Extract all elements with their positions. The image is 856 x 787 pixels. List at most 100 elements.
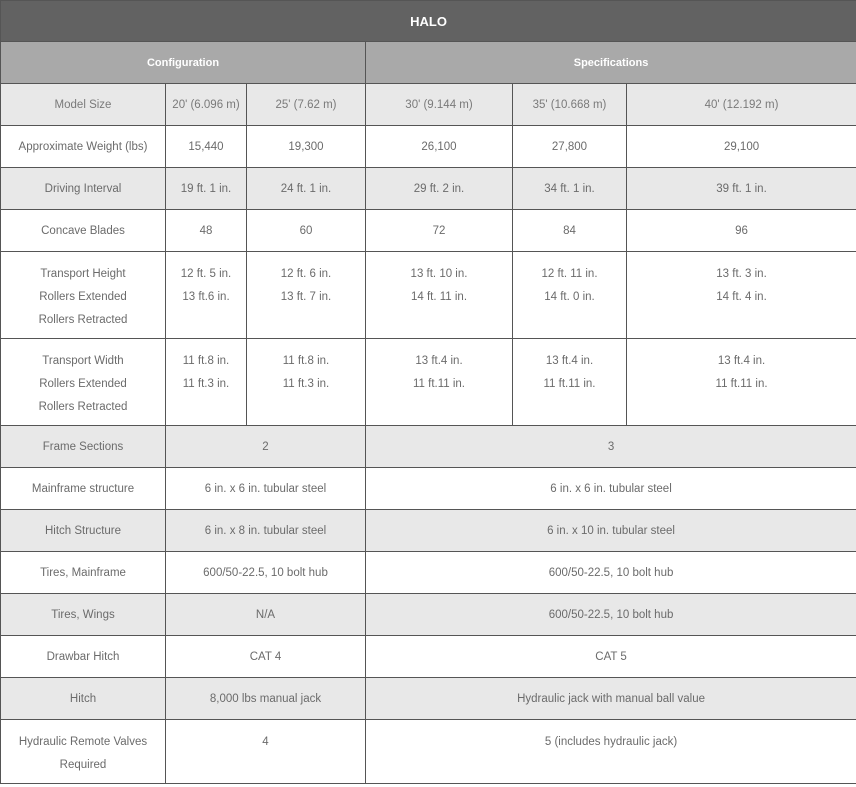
spec-cell: 600/50-22.5, 10 bolt hub xyxy=(364,551,856,594)
table-cell: 13 ft.4 in. 11 ft.11 in. xyxy=(365,338,513,426)
model-size-30: 30' (9.144 m) xyxy=(365,83,513,126)
table-title-row: HALO xyxy=(0,0,856,42)
row-label: Tires, Mainframe xyxy=(0,551,166,594)
label-line: Hydraulic Remote Valves xyxy=(18,736,148,748)
table-cell: 34 ft. 1 in. xyxy=(512,167,627,210)
row-label: Drawbar Hitch xyxy=(0,635,166,678)
row-label: Hydraulic Remote Valves Required xyxy=(0,719,166,784)
label-line: Rollers Retracted xyxy=(38,401,128,413)
spec-cell: 5 (includes hydraulic jack) xyxy=(364,719,856,784)
table-cell: 13 ft.4 in. 11 ft.11 in. xyxy=(512,338,627,426)
table-cell: 29 ft. 2 in. xyxy=(365,167,513,210)
table-cell: 24 ft. 1 in. xyxy=(246,167,366,210)
value-extended: 13 ft.4 in. xyxy=(415,355,463,367)
row-hitch-structure: Hitch Structure 6 in. x 8 in. tubular st… xyxy=(0,509,856,552)
row-label: Frame Sections xyxy=(0,425,166,468)
table-cell: 84 xyxy=(512,209,627,252)
row-concave-blades: Concave Blades 48 60 72 84 96 xyxy=(0,209,856,252)
spec-cell: CAT 5 xyxy=(364,635,856,678)
value-retracted: 13 ft. 7 in. xyxy=(280,291,332,303)
table-cell: 39 ft. 1 in. xyxy=(625,167,856,210)
value-retracted: 11 ft.11 in. xyxy=(715,378,768,390)
row-label: Approximate Weight (lbs) xyxy=(0,125,166,168)
model-size-40: 40' (12.192 m) xyxy=(625,83,856,126)
value-retracted: 11 ft.11 in. xyxy=(543,378,596,390)
table-cell: 60 xyxy=(246,209,366,252)
table-cell: 13 ft. 3 in. 14 ft. 4 in. xyxy=(625,251,856,339)
table-cell: 15,440 xyxy=(165,125,247,168)
label-line: Rollers Retracted xyxy=(38,314,128,326)
row-weight: Approximate Weight (lbs) 15,440 19,300 2… xyxy=(0,125,856,168)
value-extended: 11 ft.8 in. xyxy=(182,355,230,367)
table-cell: 27,800 xyxy=(512,125,627,168)
row-tires-mainframe: Tires, Mainframe 600/50-22.5, 10 bolt hu… xyxy=(0,551,856,594)
value-extended: 12 ft. 11 in. xyxy=(541,268,598,280)
value-retracted: 13 ft.6 in. xyxy=(182,291,230,303)
value-retracted: 14 ft. 11 in. xyxy=(410,291,468,303)
label-line: Transport Width xyxy=(42,355,124,367)
row-label: Transport Width Rollers Extended Rollers… xyxy=(0,338,166,426)
group-specifications: Specifications xyxy=(364,41,856,84)
row-label: Tires, Wings xyxy=(0,593,166,636)
model-size-35: 35' (10.668 m) xyxy=(512,83,627,126)
table-cell: 12 ft. 6 in. 13 ft. 7 in. xyxy=(246,251,366,339)
table-title: HALO xyxy=(0,0,856,42)
table-cell: 12 ft. 11 in. 14 ft. 0 in. xyxy=(512,251,627,339)
row-tires-wings: Tires, Wings N/A 600/50-22.5, 10 bolt hu… xyxy=(0,593,856,636)
spec-cell: 600/50-22.5, 10 bolt hub xyxy=(364,593,856,636)
value-extended: 13 ft. 3 in. xyxy=(716,268,767,280)
config-cell: 4 xyxy=(165,719,366,784)
config-cell: 600/50-22.5, 10 bolt hub xyxy=(165,551,366,594)
value-extended: 13 ft.4 in. xyxy=(545,355,594,367)
table-cell: 11 ft.8 in. 11 ft.3 in. xyxy=(165,338,247,426)
spec-cell: 6 in. x 10 in. tubular steel xyxy=(364,509,856,552)
row-label: Hitch xyxy=(0,677,166,720)
spec-cell: 6 in. x 6 in. tubular steel xyxy=(364,467,856,510)
table-cell: 96 xyxy=(625,209,856,252)
label-line: Transport Height xyxy=(40,268,126,280)
table-cell: 19 ft. 1 in. xyxy=(165,167,247,210)
config-cell: 2 xyxy=(165,425,366,468)
row-frame-sections: Frame Sections 2 3 xyxy=(0,425,856,468)
row-drawbar-hitch: Drawbar Hitch CAT 4 CAT 5 xyxy=(0,635,856,678)
value-extended: 13 ft. 10 in. xyxy=(410,268,468,280)
model-size-25: 25' (7.62 m) xyxy=(246,83,366,126)
value-extended: 13 ft.4 in. xyxy=(717,355,766,367)
label-line: Required xyxy=(59,759,107,771)
table-cell: 11 ft.8 in. 11 ft.3 in. xyxy=(246,338,366,426)
value-extended: 12 ft. 6 in. xyxy=(280,268,332,280)
config-cell: N/A xyxy=(165,593,366,636)
row-hitch: Hitch 8,000 lbs manual jack Hydraulic ja… xyxy=(0,677,856,720)
table-cell: 72 xyxy=(365,209,513,252)
row-label: Hitch Structure xyxy=(0,509,166,552)
value-extended: 11 ft.8 in. xyxy=(282,355,330,367)
value-extended: 12 ft. 5 in. xyxy=(180,268,232,280)
row-transport-height: Transport Height Rollers Extended Roller… xyxy=(0,251,856,339)
config-cell: 8,000 lbs manual jack xyxy=(165,677,366,720)
value-retracted: 11 ft.3 in. xyxy=(282,378,330,390)
row-label: Driving Interval xyxy=(0,167,166,210)
value-retracted: 14 ft. 4 in. xyxy=(716,291,767,303)
table-cell: 29,100 xyxy=(625,125,856,168)
row-label: Model Size xyxy=(0,83,166,126)
config-cell: 6 in. x 8 in. tubular steel xyxy=(165,509,366,552)
row-label: Transport Height Rollers Extended Roller… xyxy=(0,251,166,339)
table-cell: 13 ft. 10 in. 14 ft. 11 in. xyxy=(365,251,513,339)
row-model-size: Model Size 20' (6.096 m) 25' (7.62 m) 30… xyxy=(0,83,856,126)
row-driving-interval: Driving Interval 19 ft. 1 in. 24 ft. 1 i… xyxy=(0,167,856,210)
table-cell: 13 ft.4 in. 11 ft.11 in. xyxy=(625,338,856,426)
config-cell: CAT 4 xyxy=(165,635,366,678)
value-retracted: 11 ft.11 in. xyxy=(413,378,465,390)
row-label: Mainframe structure xyxy=(0,467,166,510)
halo-spec-table: HALO Configuration Specifications Model … xyxy=(0,0,856,784)
value-retracted: 14 ft. 0 in. xyxy=(544,291,595,303)
model-size-20: 20' (6.096 m) xyxy=(165,83,247,126)
table-cell: 19,300 xyxy=(246,125,366,168)
group-header-row: Configuration Specifications xyxy=(0,41,856,84)
label-line: Rollers Extended xyxy=(39,291,127,303)
group-configuration: Configuration xyxy=(0,41,366,84)
table-cell: 12 ft. 5 in. 13 ft.6 in. xyxy=(165,251,247,339)
row-mainframe-structure: Mainframe structure 6 in. x 6 in. tubula… xyxy=(0,467,856,510)
spec-cell: Hydraulic jack with manual ball value xyxy=(364,677,856,720)
value-retracted: 11 ft.3 in. xyxy=(182,378,230,390)
